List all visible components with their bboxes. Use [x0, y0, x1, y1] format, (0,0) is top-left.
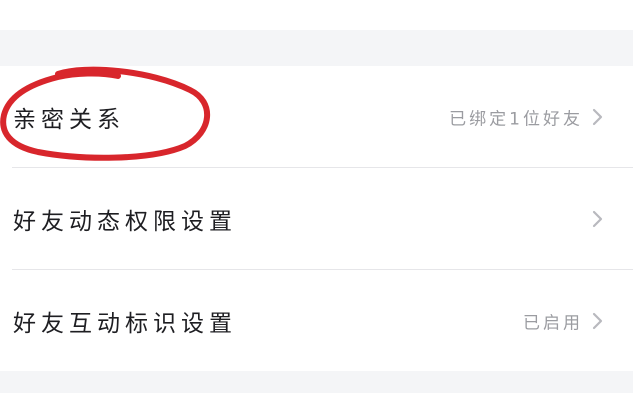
enabled-status: 已启用	[523, 313, 583, 333]
friend-feed-permission-label: 好友动态权限设置	[13, 208, 237, 235]
bound-friends-status: 已绑定1位好友	[449, 109, 583, 129]
friend-feed-permission-row[interactable]: 好友动态权限设置	[0, 168, 633, 269]
section-gap-bottom	[0, 371, 633, 393]
chevron-right-icon	[592, 210, 603, 227]
top-area	[0, 0, 633, 30]
intimate-relationship-row[interactable]: 亲密关系 已绑定1位好友	[0, 66, 633, 167]
friend-interaction-badge-label: 好友互动标识设置	[13, 310, 237, 337]
chevron-right-icon	[592, 312, 603, 329]
friend-interaction-badge-row[interactable]: 好友互动标识设置 已启用	[0, 270, 633, 371]
chevron-right-icon	[592, 108, 603, 125]
intimate-relationship-label: 亲密关系	[13, 106, 125, 133]
section-gap-top	[0, 30, 633, 66]
settings-list: 亲密关系 已绑定1位好友 好友动态权限设置 好友互动标识设置 已启用	[0, 66, 633, 371]
